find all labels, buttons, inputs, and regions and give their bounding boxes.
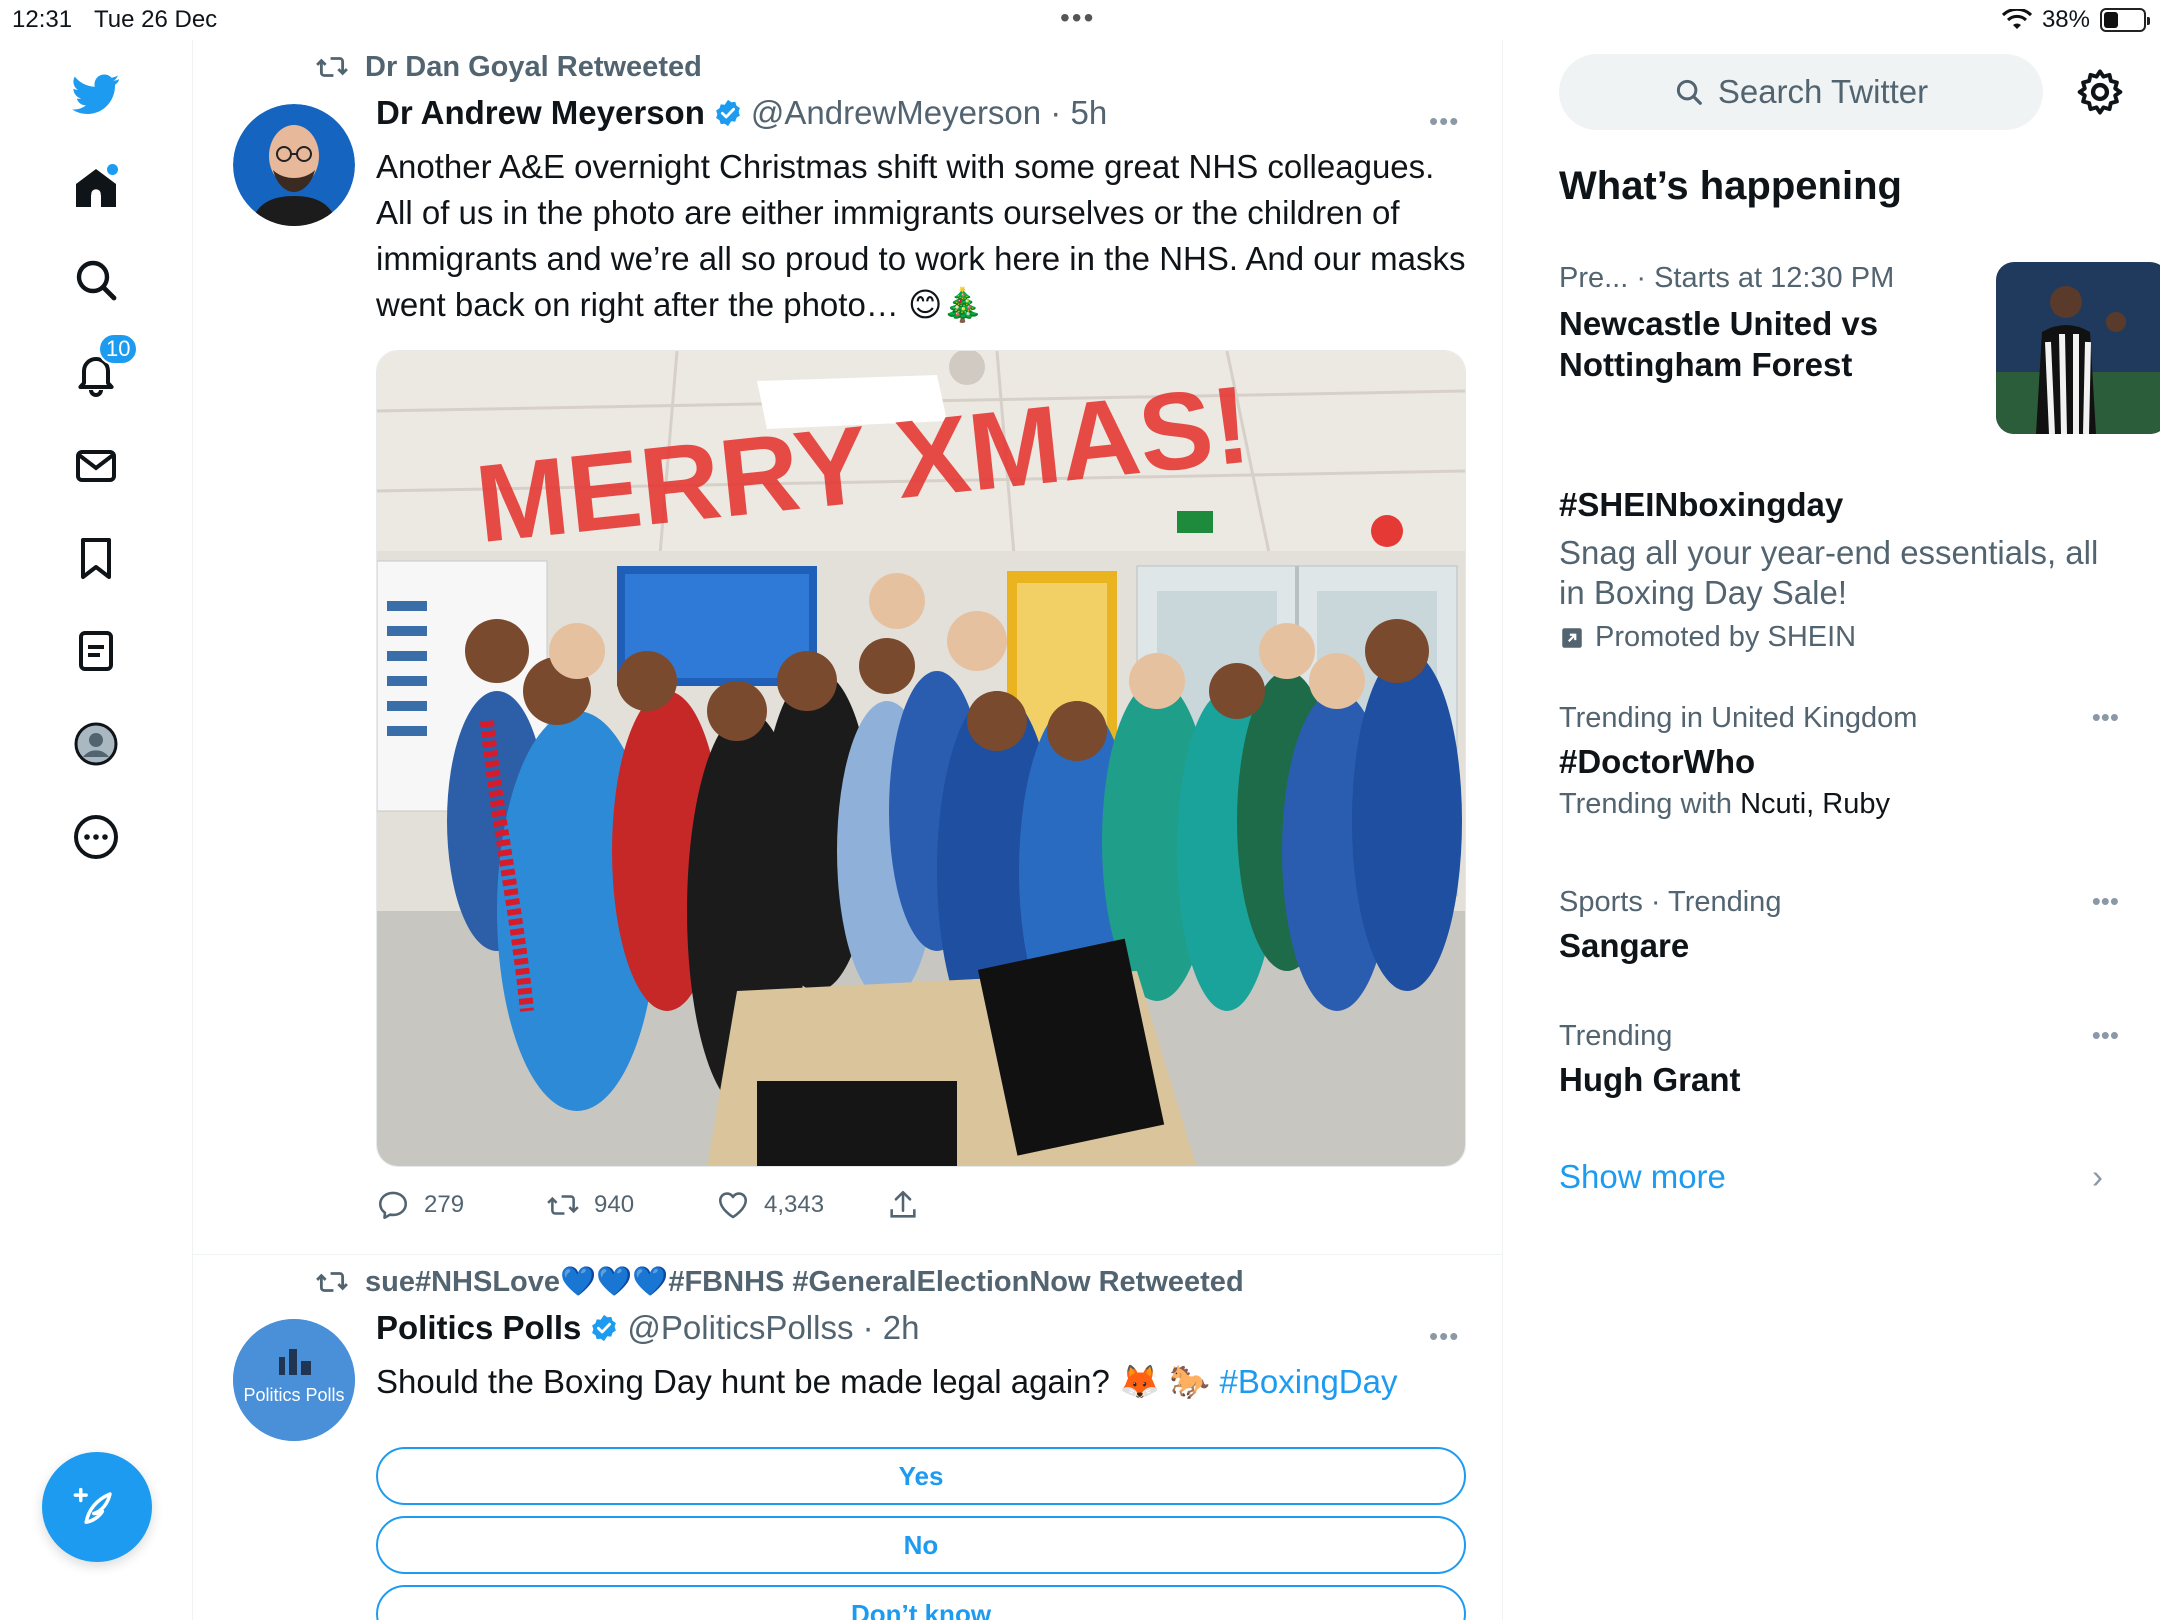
tweet-photo[interactable]: MERRY XMAS! xyxy=(376,350,1466,1167)
tweet-more-icon[interactable]: ••• xyxy=(1429,1321,1459,1352)
tweet-header: Dr Andrew Meyerson @AndrewMeyerson · 5h xyxy=(376,94,1107,132)
lists-icon[interactable] xyxy=(68,623,124,679)
tweet-actions: 279 940 4,343 xyxy=(376,1188,1056,1222)
status-date: Tue 26 Dec xyxy=(94,6,218,33)
tweet-more-icon[interactable]: ••• xyxy=(1429,106,1459,137)
like-count: 4,343 xyxy=(764,1191,825,1218)
reply-icon xyxy=(378,1191,408,1220)
compose-feather-icon xyxy=(73,1487,112,1524)
tweet-text-body: Should the Boxing Day hunt be made legal… xyxy=(376,1363,1220,1400)
trend-item-doctorwho[interactable]: Trending in United Kingdom #DoctorWho Tr… xyxy=(1559,702,2119,821)
wifi-icon xyxy=(2001,7,2033,31)
author-handle-time[interactable]: @PoliticsPollss · 2h xyxy=(627,1309,919,1347)
trend-name: #DoctorWho xyxy=(1559,743,1756,780)
retweet-count: 940 xyxy=(594,1191,635,1218)
tweet-text: Should the Boxing Day hunt be made legal… xyxy=(376,1359,1466,1405)
author-avatar[interactable]: Politics Polls xyxy=(233,1319,355,1441)
share-button[interactable] xyxy=(886,1188,1056,1222)
share-icon xyxy=(890,1190,916,1218)
poll-option-yes[interactable]: Yes xyxy=(376,1447,1466,1505)
retweet-context: sue#NHSLove💙💙💙#FBNHS #GeneralElectionNow… xyxy=(313,1265,1244,1299)
notifications-bell-icon[interactable]: 10 xyxy=(68,333,139,401)
show-more-link[interactable]: Show more xyxy=(1559,1158,1726,1196)
status-bar: 12:31 Tue 26 Dec ••• 38% xyxy=(0,0,2160,40)
messages-mail-icon[interactable] xyxy=(68,438,124,494)
home-timeline: Dr Dan Goyal Retweeted Dr Andrew Meyerso… xyxy=(193,40,1503,1620)
retweet-context: Dr Dan Goyal Retweeted xyxy=(313,50,702,84)
more-options-icon[interactable] xyxy=(68,809,124,865)
trend-item-hugh-grant[interactable]: Trending Hugh Grant ••• xyxy=(1559,1020,2119,1100)
retweet-button[interactable]: 940 xyxy=(546,1188,716,1222)
reply-count: 279 xyxy=(424,1191,465,1218)
trend-description: Snag all your year-end essentials, all i… xyxy=(1559,534,2099,611)
trend-meta: Trending in United Kingdom xyxy=(1559,702,1918,734)
search-placeholder: Search Twitter xyxy=(1717,73,1929,110)
verified-badge-icon xyxy=(713,98,743,128)
trend-name: Sangare xyxy=(1559,927,1690,964)
chevron-right-icon[interactable]: › xyxy=(2092,1158,2103,1196)
trending-with: Trending with Ncuti, Ruby xyxy=(1559,788,1890,820)
tweet[interactable]: sue#NHSLove💙💙💙#FBNHS #GeneralElectionNow… xyxy=(193,1255,1503,1620)
profile-avatar-icon[interactable] xyxy=(68,716,124,772)
trend-more-icon[interactable]: ••• xyxy=(2092,886,2119,917)
retweet-icon xyxy=(316,1272,348,1292)
trend-more-icon[interactable]: ••• xyxy=(2092,702,2119,733)
poll-option-dont-know[interactable]: Don’t know xyxy=(376,1585,1466,1620)
tweet-header: Politics Polls @PoliticsPollss · 2h xyxy=(376,1309,920,1347)
search-icon xyxy=(1676,79,1702,105)
trend-name: #SHEINboxingday xyxy=(1559,486,1844,523)
trend-meta: Sports · Trending xyxy=(1559,886,1782,918)
avatar-label: Politics Polls xyxy=(243,1385,344,1405)
left-nav: 10 xyxy=(0,40,193,1620)
twitter-logo-icon[interactable] xyxy=(68,66,124,122)
explore-search-icon[interactable] xyxy=(68,252,124,308)
whats-happening-title: What’s happening xyxy=(1559,164,1902,208)
notifications-badge: 10 xyxy=(98,333,139,365)
retweet-icon xyxy=(316,57,348,77)
search-input[interactable]: Search Twitter xyxy=(1559,54,2043,130)
battery-icon xyxy=(2100,8,2150,32)
heart-icon xyxy=(718,1192,748,1219)
multitasking-dots[interactable]: ••• xyxy=(1060,2,1095,34)
trend-item-live-event[interactable]: Pre... · Starts at 12:30 PM Newcastle Un… xyxy=(1559,262,2160,442)
battery-percent: 38% xyxy=(2041,6,2090,33)
retweeted-by[interactable]: sue#NHSLove💙💙💙#FBNHS #GeneralElectionNow… xyxy=(365,1265,1244,1299)
status-time: 12:31 xyxy=(12,6,73,33)
settings-gear-icon[interactable] xyxy=(2074,66,2126,118)
retweet-icon xyxy=(547,1195,579,1215)
trend-name: Hugh Grant xyxy=(1559,1061,1741,1098)
event-thumbnail xyxy=(1996,262,2160,434)
hashtag-link[interactable]: #BoxingDay xyxy=(1220,1363,1398,1400)
bookmark-icon[interactable] xyxy=(68,530,124,586)
trend-more-icon[interactable]: ••• xyxy=(2092,1020,2119,1051)
tweet[interactable]: Dr Dan Goyal Retweeted Dr Andrew Meyerso… xyxy=(193,40,1503,1255)
retweeted-by[interactable]: Dr Dan Goyal Retweeted xyxy=(365,51,702,84)
poll-option-no[interactable]: No xyxy=(376,1516,1466,1574)
promoted-icon xyxy=(1562,627,1582,648)
author-name[interactable]: Dr Andrew Meyerson xyxy=(376,94,705,132)
status-indicators: 38% xyxy=(2001,6,2150,34)
tweet-text: Another A&E overnight Christmas shift wi… xyxy=(376,148,1466,323)
promoted-label: Promoted by SHEIN xyxy=(1559,621,2119,654)
trend-item-promoted[interactable]: #SHEINboxingday Snag all your year-end e… xyxy=(1559,484,2119,654)
trend-name: Newcastle United vs Nottingham Forest xyxy=(1559,305,1879,383)
trend-meta: Trending xyxy=(1559,1020,1673,1052)
author-handle-time[interactable]: @AndrewMeyerson · 5h xyxy=(751,94,1107,132)
verified-badge-icon xyxy=(589,1313,619,1343)
compose-tweet-button[interactable] xyxy=(42,1452,152,1562)
home-unread-dot xyxy=(107,164,118,175)
like-button[interactable]: 4,343 xyxy=(716,1188,886,1222)
home-icon[interactable] xyxy=(68,160,124,216)
author-avatar[interactable] xyxy=(233,104,355,226)
reply-button[interactable]: 279 xyxy=(376,1188,546,1222)
right-sidebar: Search Twitter What’s happening Pre... ·… xyxy=(1504,40,2160,1620)
author-name[interactable]: Politics Polls xyxy=(376,1309,581,1347)
trend-item-sangare[interactable]: Sports · Trending Sangare ••• xyxy=(1559,886,2119,966)
